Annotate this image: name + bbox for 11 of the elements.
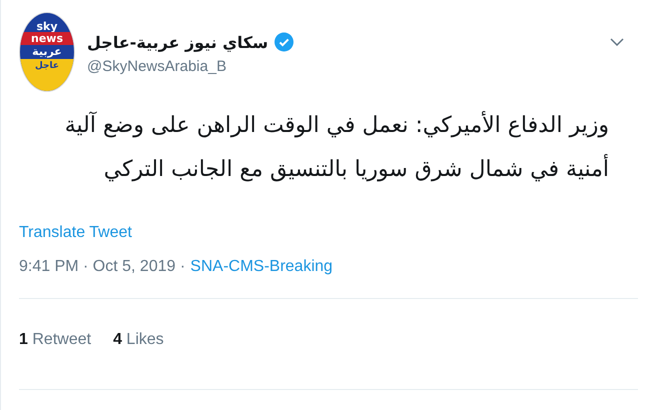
likes-link[interactable]: 4 Likes (113, 331, 164, 367)
caret-icon[interactable] (610, 38, 624, 46)
timestamp: 9:41 PM · Oct 5, 2019 · (19, 258, 186, 276)
logo-text: عاجل (20, 59, 74, 91)
author-name[interactable]: سكاي نيوز عربية-عاجل (87, 32, 268, 52)
logo-text: عربية (31, 45, 63, 59)
tweet-text: وزير الدفاع الأميركي: نعمل في الوقت الراهن على وضع آلية أمنية في شمال شرق سوريا بالتنسيق مع الجانب التركي (64, 110, 609, 184)
retweets-link[interactable]: 1 Retweet (19, 331, 92, 367)
logo-text: sky (35, 19, 59, 32)
author-handle[interactable]: @SkyNewsArabia_B (87, 58, 598, 75)
logo-text: news (20, 32, 74, 45)
